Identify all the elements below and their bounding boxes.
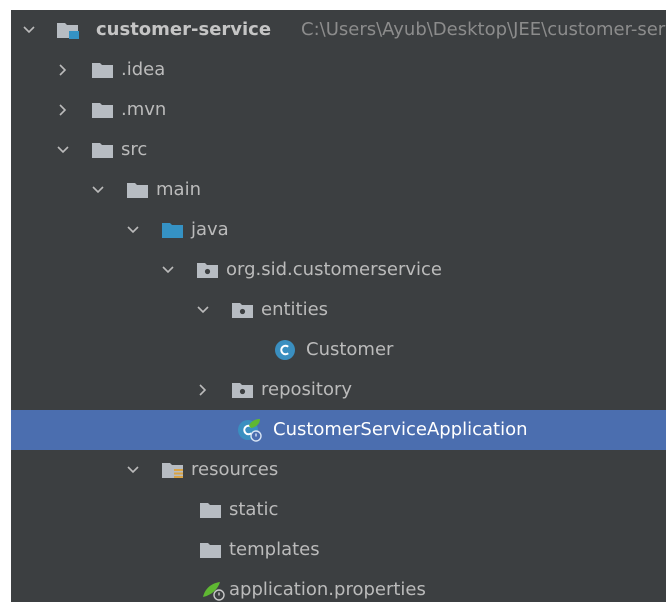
chevron-right-icon[interactable]	[56, 63, 70, 77]
tree-row-java[interactable]: java	[11, 210, 666, 250]
chevron-down-icon[interactable]	[126, 223, 140, 237]
chevron-down-icon[interactable]	[56, 143, 70, 157]
tree-label-mvn: .mvn	[121, 99, 167, 120]
tree-row-templates[interactable]: templates	[11, 530, 666, 570]
folder-icon	[200, 543, 221, 558]
chevron-down-icon[interactable]	[161, 263, 175, 277]
tree-label-static: static	[229, 499, 279, 520]
tree-row-main[interactable]: main	[11, 170, 666, 210]
tree-row-mvn[interactable]: .mvn	[11, 90, 666, 130]
chevron-down-icon[interactable]	[91, 183, 105, 197]
chevron-down-icon[interactable]	[196, 303, 210, 317]
spring-boot-application-icon	[238, 419, 262, 442]
tree-row-static[interactable]: static	[11, 490, 666, 530]
tree-label-customer-service-application: CustomerServiceApplication	[273, 419, 528, 440]
tree-label-idea: .idea	[121, 59, 166, 80]
chevron-right-icon[interactable]	[56, 103, 70, 117]
tree-label-resources: resources	[191, 459, 279, 480]
source-folder-icon	[162, 223, 183, 238]
tree-row-customer[interactable]: Customer	[11, 330, 666, 370]
tree-row-customer-service[interactable]: customer-service C:\Users\Ayub\Desktop\J…	[11, 10, 666, 50]
tree-label-entities: entities	[261, 299, 329, 320]
folder-icon	[92, 103, 113, 118]
tree-row-customer-service-application[interactable]: CustomerServiceApplication	[11, 410, 666, 450]
spring-properties-icon	[203, 582, 225, 601]
tree-row-package[interactable]: org.sid.customerservice	[11, 250, 666, 290]
class-icon	[275, 340, 295, 360]
tree-label-templates: templates	[229, 539, 320, 560]
tree-row-entities[interactable]: entities	[11, 290, 666, 330]
tree-row-repository[interactable]: repository	[11, 370, 666, 410]
package-icon	[232, 303, 253, 318]
package-icon	[197, 263, 218, 278]
folder-icon	[92, 143, 113, 158]
tree-label-repository: repository	[261, 379, 353, 400]
tree-label-customer-service: customer-service	[96, 19, 272, 40]
project-tree-panel: customer-service C:\Users\Ayub\Desktop\J…	[11, 10, 666, 602]
package-icon	[232, 383, 253, 398]
resources-folder-icon	[162, 463, 183, 478]
chevron-down-icon[interactable]	[126, 463, 140, 477]
folder-icon	[92, 63, 113, 78]
tree-label-customer: Customer	[306, 339, 394, 360]
module-path: C:\Users\Ayub\Desktop\JEE\customer-servi…	[301, 19, 666, 40]
tree-label-src: src	[121, 139, 148, 160]
tree-row-application-properties[interactable]: application.properties	[11, 570, 666, 602]
folder-icon	[127, 183, 148, 198]
chevron-right-icon[interactable]	[196, 383, 210, 397]
folder-icon	[200, 503, 221, 518]
tree-label-package: org.sid.customerservice	[226, 259, 443, 280]
tree-label-main: main	[156, 179, 201, 200]
module-folder-icon	[57, 23, 79, 39]
chevron-down-icon[interactable]	[22, 23, 36, 37]
tree-label-java: java	[191, 219, 229, 240]
tree-row-idea[interactable]: .idea	[11, 50, 666, 90]
tree-row-src[interactable]: src	[11, 130, 666, 170]
tree-row-resources[interactable]: resources	[11, 450, 666, 490]
tree-label-application-properties: application.properties	[229, 579, 426, 600]
